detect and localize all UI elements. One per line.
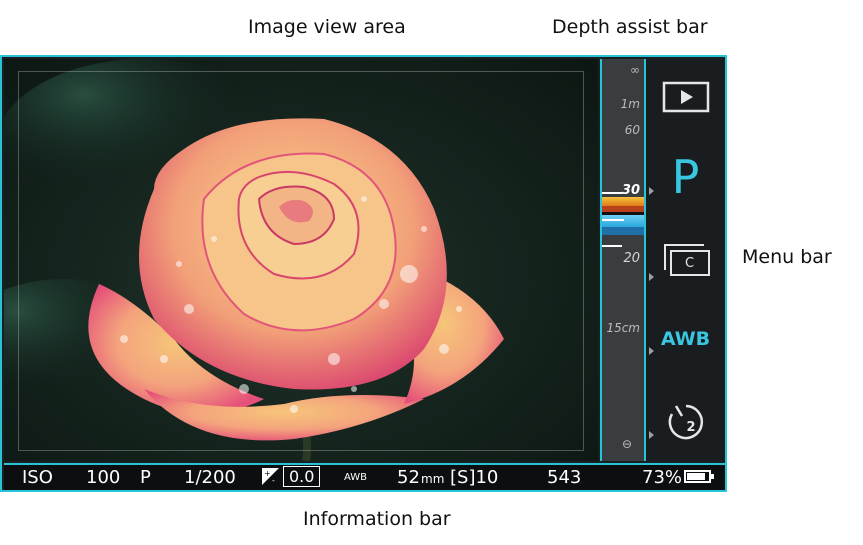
custom-mode-icon: C [662,242,710,276]
depth-label-20: 20 [623,251,640,266]
battery-percent: 73% [642,467,683,488]
caption-image-view-area: Image view area [248,16,406,38]
svg-text:-: - [272,476,275,485]
depth-assist-bar[interactable]: ∞ 1m 60 30 20 15cm ⊖ [600,59,646,461]
focus-band-far-blue [602,215,644,227]
menu-custom-button[interactable]: C [646,239,725,281]
menu-arrow-icon [649,273,654,281]
shooting-mode-indicator: P [140,467,151,488]
iso-label: ISO [22,467,53,488]
exposure-compensation-value[interactable]: 0.0 [283,466,321,487]
menu-mode-button[interactable]: P [646,147,725,207]
focus-band-far-dark [602,227,644,235]
svg-text:+: + [264,469,271,478]
caption-depth-assist-bar: Depth assist bar [552,16,708,38]
playback-icon [662,81,709,113]
iso-value[interactable]: 100 [86,467,120,488]
exposure-compensation-icon: + - [262,468,279,485]
shooting-mode-label: P [671,150,700,204]
focal-length: 52 [397,467,420,488]
depth-label-15cm: 15cm [606,321,640,335]
focal-length-unit: mm [421,472,445,486]
white-balance-indicator: AWB [344,472,368,483]
menu-white-balance-button[interactable]: AWB [646,321,725,357]
battery-icon [684,470,714,483]
camera-screen: ∞ 1m 60 30 20 15cm ⊖ P C AWB 2 ISO 100 P… [0,55,727,492]
focus-point-tick [602,219,624,221]
menu-arrow-icon [649,431,654,439]
caption-information-bar: Information bar [303,508,451,530]
focus-band-near-orange [602,197,644,206]
self-timer-count: 2 [686,420,696,435]
white-balance-label: AWB [660,328,711,350]
depth-label-1m: 1m [620,97,640,111]
image-view-area[interactable] [4,59,598,461]
depth-min-icon: ⊖ [621,437,632,451]
depth-tick-20 [602,245,622,247]
depth-label-60: 60 [624,123,640,137]
custom-mode-letter: C [684,255,695,271]
menu-self-timer-button[interactable]: 2 [646,399,725,445]
menu-arrow-icon [649,187,654,195]
depth-tick-30 [602,192,622,194]
self-timer-icon: 2 [666,402,706,442]
depth-label-30: 30 [621,183,640,198]
shots-indicator: [S]10 [450,467,499,488]
menu-arrow-icon [649,347,654,355]
remaining-shots: 543 [547,467,582,488]
shutter-speed[interactable]: 1/200 [184,467,236,488]
frame-guide [18,71,584,451]
menu-playback-button[interactable] [646,77,725,117]
caption-menu-bar: Menu bar [742,246,832,268]
menu-bar: P C AWB 2 [646,59,725,461]
depth-label-infinity: ∞ [630,63,640,77]
information-bar: ISO 100 P 1/200 + - 0.0 AWB 52 mm [S]10 5… [4,463,725,490]
